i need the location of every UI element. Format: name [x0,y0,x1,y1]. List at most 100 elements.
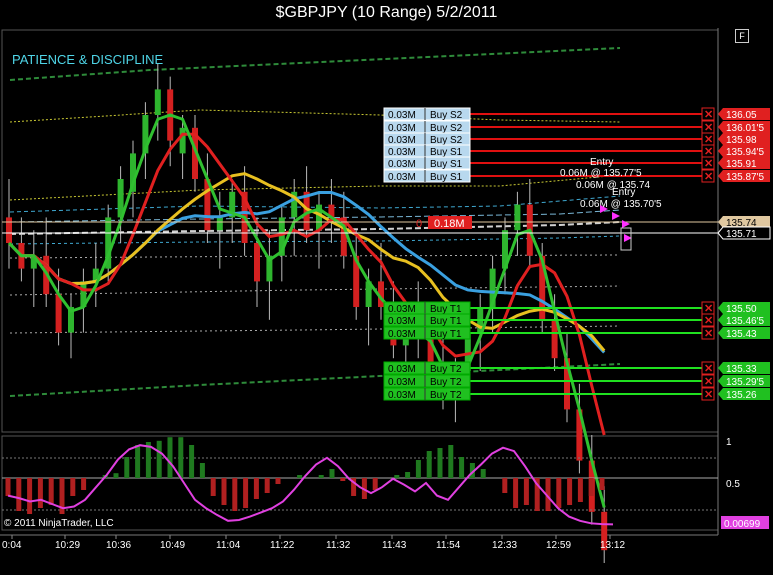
close-icon[interactable]: ✕ [704,376,713,388]
osc-bar [502,478,508,493]
osc-bar [264,478,270,493]
candle-body [55,294,62,333]
x-tick-label: 12:33 [492,540,517,551]
price-tag-label: 135.46'5 [726,316,764,327]
osc-bar [81,478,87,490]
osc-axis-label: 1 [726,437,732,448]
osc-bar [372,478,378,490]
position-quantity: 0.18M [434,218,465,230]
x-tick-label: 13:12 [600,540,625,551]
osc-bar [189,445,195,478]
osc-bar [167,437,173,478]
order-label: Buy T1 [430,304,462,315]
order-label: Buy S1 [430,159,463,170]
order-label: Buy S2 [430,110,463,121]
order-label: Buy S2 [430,135,463,146]
copyright-text: © 2011 NinjaTrader, LLC [4,518,114,529]
x-tick-label: 10:49 [160,540,185,551]
fill-annotation: 0.06M @ 135.77'5 [560,168,642,179]
candle-body [254,243,260,282]
price-tag-label: 136.01'5 [726,123,764,134]
fill-annotation: Entry [590,157,613,168]
chart-canvas[interactable]: PATIENCE & DISCIPLINE 0.03M Buy S2 ✕ 136.05 0… [0,0,773,575]
x-tick-label: 11:04 [216,540,241,551]
price-tag-label: 135.94'5 [726,147,764,158]
osc-bar [135,445,141,478]
x-tick-label: 10:29 [55,540,80,551]
osc-bar [124,457,130,478]
close-icon[interactable]: ✕ [704,109,713,121]
osc-axis-label: 0.5 [726,479,740,490]
osc-value-label: 0.00699 [724,519,761,530]
x-tick-label: 11:22 [270,540,295,551]
envelope-line-9 [9,325,621,334]
order-label: Buy S2 [430,123,463,134]
close-icon[interactable]: ✕ [704,303,713,315]
entry-marker [612,212,620,220]
osc-bar [599,478,605,490]
watermark-text: PATIENCE & DISCIPLINE [12,52,164,67]
osc-bar [16,478,22,511]
oscillator-line [7,444,614,526]
osc-bar [415,460,421,478]
price-tag-label: 136.05 [726,110,757,121]
close-icon[interactable]: ✕ [704,171,713,183]
osc-bar [480,469,486,478]
osc-bar [394,475,400,478]
chart-window: $GBPJPY (10 Range) 5/2/2011 PATIENCE & D… [0,0,773,575]
order-qty: 0.03M [388,110,416,121]
envelope-line-2 [9,174,621,201]
osc-bar [37,478,43,508]
order-qty: 0.03M [388,329,416,340]
osc-bar [178,437,184,478]
osc-bar [70,478,76,496]
order-label: Buy T2 [430,377,462,388]
osc-bar [297,475,303,478]
price-tag-label: 135.26 [726,390,757,401]
osc-bar [243,478,249,508]
order-qty: 0.03M [388,377,416,388]
candle-body [216,217,223,231]
close-icon[interactable]: ✕ [704,146,713,158]
osc-bar [437,448,443,478]
osc-bar [513,478,519,508]
close-icon[interactable]: ✕ [704,134,713,146]
osc-bar [156,440,162,478]
order-label: Buy S1 [430,172,463,183]
order-label: Buy T2 [430,390,462,401]
x-tick-label: 11:43 [382,540,407,551]
close-icon[interactable]: ✕ [704,328,713,340]
order-qty: 0.03M [388,135,416,146]
order-qty: 0.03M [388,172,416,183]
order-qty: 0.03M [388,304,416,315]
price-tag-label: 135.87'5 [726,172,764,183]
price-tag-label: 135.33 [726,364,757,375]
osc-bar [253,478,259,499]
osc-bar [275,478,281,484]
osc-bar [340,478,346,481]
osc-bar [556,478,562,508]
order-qty: 0.03M [388,390,416,401]
candle-body [6,217,12,243]
osc-bar [232,478,238,511]
fill-annotation: 0.06M @ 135.70'5 [580,199,662,210]
order-qty: 0.03M [388,316,416,327]
close-icon[interactable]: ✕ [704,315,713,327]
x-tick-label: 10:36 [106,540,131,551]
close-icon[interactable]: ✕ [704,158,713,170]
f-button[interactable]: F [735,29,749,43]
close-icon[interactable]: ✕ [704,389,713,401]
osc-bar [448,445,454,478]
order-qty: 0.03M [388,123,416,134]
close-icon[interactable]: ✕ [704,363,713,375]
osc-bar [27,478,33,514]
order-label: Buy T2 [430,364,462,375]
osc-bar [588,478,594,496]
order-qty: 0.03M [388,147,416,158]
close-icon[interactable]: ✕ [704,122,713,134]
oscillator-panel-frame [1,435,719,531]
osc-bar [577,478,583,502]
fill-annotation: Entry [612,187,635,198]
order-label: Buy T1 [430,316,462,327]
envelope-line-1 [9,109,621,123]
